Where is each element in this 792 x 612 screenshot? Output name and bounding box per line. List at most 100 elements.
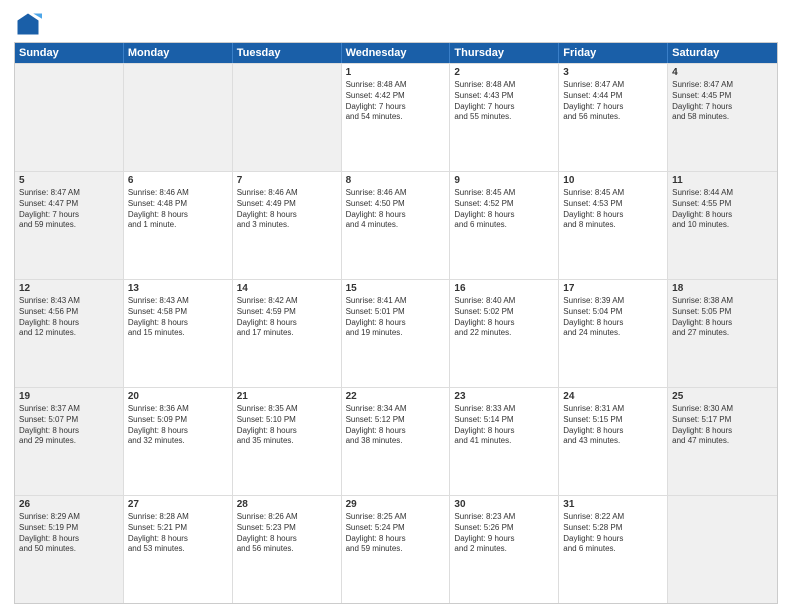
page: SundayMondayTuesdayWednesdayThursdayFrid… <box>0 0 792 612</box>
day-cell-21: 21 Sunrise: 8:35 AM Sunset: 5:10 PM Dayli… <box>233 388 342 495</box>
day-number: 29 <box>346 499 446 510</box>
day-cell-4: 4 Sunrise: 8:47 AM Sunset: 4:45 PM Daylig… <box>668 64 777 171</box>
day-number: 30 <box>454 499 554 510</box>
header-saturday: Saturday <box>668 43 777 63</box>
day-info: Sunrise: 8:25 AM Sunset: 5:24 PM Dayligh… <box>346 512 446 555</box>
day-number: 7 <box>237 175 337 186</box>
day-info: Sunrise: 8:47 AM Sunset: 4:44 PM Dayligh… <box>563 80 663 123</box>
day-cell-3: 3 Sunrise: 8:47 AM Sunset: 4:44 PM Daylig… <box>559 64 668 171</box>
day-cell-24: 24 Sunrise: 8:31 AM Sunset: 5:15 PM Dayli… <box>559 388 668 495</box>
day-number: 15 <box>346 283 446 294</box>
calendar-row-3: 19 Sunrise: 8:37 AM Sunset: 5:07 PM Dayli… <box>15 387 777 495</box>
day-info: Sunrise: 8:40 AM Sunset: 5:02 PM Dayligh… <box>454 296 554 339</box>
day-number: 16 <box>454 283 554 294</box>
day-number: 5 <box>19 175 119 186</box>
header-wednesday: Wednesday <box>342 43 451 63</box>
day-cell-14: 14Sunrise: 8:42 AM Sunset: 4:59 PM Dayli… <box>233 280 342 387</box>
day-info: Sunrise: 8:36 AM Sunset: 5:09 PM Dayligh… <box>128 404 228 447</box>
day-info: Sunrise: 8:48 AM Sunset: 4:42 PM Dayligh… <box>346 80 446 123</box>
day-cell-9: 9 Sunrise: 8:45 AM Sunset: 4:52 PM Daylig… <box>450 172 559 279</box>
day-cell-22: 22Sunrise: 8:34 AM Sunset: 5:12 PM Dayli… <box>342 388 451 495</box>
day-cell-23: 23 Sunrise: 8:33 AM Sunset: 5:14 PM Dayli… <box>450 388 559 495</box>
day-info: Sunrise: 8:33 AM Sunset: 5:14 PM Dayligh… <box>454 404 554 447</box>
day-number: 8 <box>346 175 446 186</box>
day-cell-28: 28 Sunrise: 8:26 AM Sunset: 5:23 PM Dayli… <box>233 496 342 603</box>
day-number: 20 <box>128 391 228 402</box>
day-cell-6: 6Sunrise: 8:46 AM Sunset: 4:48 PM Daylig… <box>124 172 233 279</box>
day-info: Sunrise: 8:47 AM Sunset: 4:45 PM Dayligh… <box>672 80 773 123</box>
day-info: Sunrise: 8:43 AM Sunset: 4:56 PM Dayligh… <box>19 296 119 339</box>
day-cell-17: 17 Sunrise: 8:39 AM Sunset: 5:04 PM Dayli… <box>559 280 668 387</box>
day-number: 10 <box>563 175 663 186</box>
day-cell-8: 8 Sunrise: 8:46 AM Sunset: 4:50 PM Daylig… <box>342 172 451 279</box>
day-number: 26 <box>19 499 119 510</box>
day-cell-27: 27Sunrise: 8:28 AM Sunset: 5:21 PM Dayli… <box>124 496 233 603</box>
logo <box>14 10 46 38</box>
day-info: Sunrise: 8:30 AM Sunset: 5:17 PM Dayligh… <box>672 404 773 447</box>
day-cell-16: 16 Sunrise: 8:40 AM Sunset: 5:02 PM Dayli… <box>450 280 559 387</box>
empty-cell-0-2 <box>233 64 342 171</box>
day-info: Sunrise: 8:39 AM Sunset: 5:04 PM Dayligh… <box>563 296 663 339</box>
header-thursday: Thursday <box>450 43 559 63</box>
day-cell-26: 26 Sunrise: 8:29 AM Sunset: 5:19 PM Dayli… <box>15 496 124 603</box>
day-cell-19: 19 Sunrise: 8:37 AM Sunset: 5:07 PM Dayli… <box>15 388 124 495</box>
calendar-row-1: 5 Sunrise: 8:47 AM Sunset: 4:47 PM Daylig… <box>15 171 777 279</box>
day-info: Sunrise: 8:46 AM Sunset: 4:48 PM Dayligh… <box>128 188 228 231</box>
day-cell-1: 1 Sunrise: 8:48 AM Sunset: 4:42 PM Daylig… <box>342 64 451 171</box>
calendar-body: 1 Sunrise: 8:48 AM Sunset: 4:42 PM Daylig… <box>15 63 777 603</box>
empty-cell-0-1 <box>124 64 233 171</box>
header-tuesday: Tuesday <box>233 43 342 63</box>
day-number: 19 <box>19 391 119 402</box>
day-cell-15: 15Sunrise: 8:41 AM Sunset: 5:01 PM Dayli… <box>342 280 451 387</box>
day-cell-20: 20 Sunrise: 8:36 AM Sunset: 5:09 PM Dayli… <box>124 388 233 495</box>
day-info: Sunrise: 8:46 AM Sunset: 4:50 PM Dayligh… <box>346 188 446 231</box>
day-cell-29: 29 Sunrise: 8:25 AM Sunset: 5:24 PM Dayli… <box>342 496 451 603</box>
day-cell-7: 7 Sunrise: 8:46 AM Sunset: 4:49 PM Daylig… <box>233 172 342 279</box>
day-info: Sunrise: 8:31 AM Sunset: 5:15 PM Dayligh… <box>563 404 663 447</box>
day-info: Sunrise: 8:35 AM Sunset: 5:10 PM Dayligh… <box>237 404 337 447</box>
day-info: Sunrise: 8:46 AM Sunset: 4:49 PM Dayligh… <box>237 188 337 231</box>
header <box>14 10 778 38</box>
day-cell-13: 13 Sunrise: 8:43 AM Sunset: 4:58 PM Dayli… <box>124 280 233 387</box>
logo-icon <box>14 10 42 38</box>
day-number: 2 <box>454 67 554 78</box>
day-number: 25 <box>672 391 773 402</box>
day-info: Sunrise: 8:26 AM Sunset: 5:23 PM Dayligh… <box>237 512 337 555</box>
day-info: Sunrise: 8:38 AM Sunset: 5:05 PM Dayligh… <box>672 296 773 339</box>
day-cell-18: 18Sunrise: 8:38 AM Sunset: 5:05 PM Dayli… <box>668 280 777 387</box>
day-info: Sunrise: 8:29 AM Sunset: 5:19 PM Dayligh… <box>19 512 119 555</box>
day-number: 17 <box>563 283 663 294</box>
day-number: 1 <box>346 67 446 78</box>
day-number: 22 <box>346 391 446 402</box>
day-info: Sunrise: 8:42 AM Sunset: 4:59 PM Dayligh… <box>237 296 337 339</box>
header-sunday: Sunday <box>15 43 124 63</box>
day-info: Sunrise: 8:22 AM Sunset: 5:28 PM Dayligh… <box>563 512 663 555</box>
day-cell-2: 2 Sunrise: 8:48 AM Sunset: 4:43 PM Daylig… <box>450 64 559 171</box>
day-number: 24 <box>563 391 663 402</box>
header-friday: Friday <box>559 43 668 63</box>
day-cell-12: 12Sunrise: 8:43 AM Sunset: 4:56 PM Dayli… <box>15 280 124 387</box>
calendar-row-2: 12Sunrise: 8:43 AM Sunset: 4:56 PM Dayli… <box>15 279 777 387</box>
day-number: 11 <box>672 175 773 186</box>
day-number: 4 <box>672 67 773 78</box>
calendar: SundayMondayTuesdayWednesdayThursdayFrid… <box>14 42 778 604</box>
header-monday: Monday <box>124 43 233 63</box>
day-number: 28 <box>237 499 337 510</box>
day-number: 13 <box>128 283 228 294</box>
empty-cell-0-0 <box>15 64 124 171</box>
day-info: Sunrise: 8:45 AM Sunset: 4:52 PM Dayligh… <box>454 188 554 231</box>
day-info: Sunrise: 8:47 AM Sunset: 4:47 PM Dayligh… <box>19 188 119 231</box>
day-info: Sunrise: 8:45 AM Sunset: 4:53 PM Dayligh… <box>563 188 663 231</box>
day-number: 3 <box>563 67 663 78</box>
calendar-header: SundayMondayTuesdayWednesdayThursdayFrid… <box>15 43 777 63</box>
day-info: Sunrise: 8:43 AM Sunset: 4:58 PM Dayligh… <box>128 296 228 339</box>
day-number: 21 <box>237 391 337 402</box>
day-number: 9 <box>454 175 554 186</box>
day-cell-30: 30 Sunrise: 8:23 AM Sunset: 5:26 PM Dayli… <box>450 496 559 603</box>
day-cell-5: 5 Sunrise: 8:47 AM Sunset: 4:47 PM Daylig… <box>15 172 124 279</box>
day-number: 23 <box>454 391 554 402</box>
day-info: Sunrise: 8:23 AM Sunset: 5:26 PM Dayligh… <box>454 512 554 555</box>
day-info: Sunrise: 8:48 AM Sunset: 4:43 PM Dayligh… <box>454 80 554 123</box>
day-cell-11: 11Sunrise: 8:44 AM Sunset: 4:55 PM Dayli… <box>668 172 777 279</box>
day-info: Sunrise: 8:37 AM Sunset: 5:07 PM Dayligh… <box>19 404 119 447</box>
